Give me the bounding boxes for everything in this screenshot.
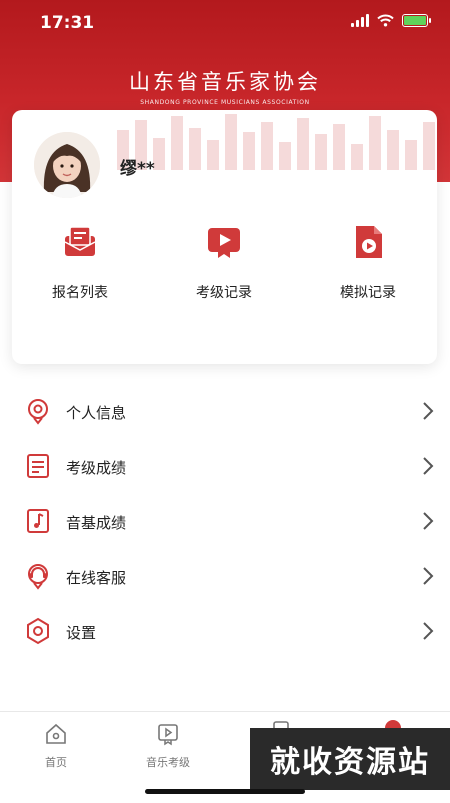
registration-icon [64,226,96,256]
watermark: 就收资源站 [250,728,450,790]
user-name: 缪** [120,159,155,179]
document-play-icon [356,226,382,258]
quick-action-label: 模拟记录 [340,285,396,301]
customer-service-icon [28,564,48,590]
association-logo: 山东省音乐家协会 SHANDONG PROVINCE MUSICIANS ASS… [0,66,450,106]
quick-action-label: 报名列表 [52,285,108,301]
settings-icon [27,617,49,645]
status-bar: 17:31 [0,0,450,48]
person-info-icon [28,399,48,425]
quick-action-exam-record[interactable]: 考级记录 [174,222,274,302]
quick-action-registration-list[interactable]: 报名列表 [30,222,130,302]
chevron-right-icon [423,512,434,530]
music-note-icon [27,509,49,533]
chevron-right-icon [423,457,434,475]
signal-icon [351,14,369,27]
battery-icon [402,14,431,27]
status-time: 17:31 [40,13,95,33]
menu-item-music-theory-scores[interactable]: 音基成绩 [0,494,450,549]
menu-item-label: 个人信息 [66,404,127,422]
exam-play-icon [158,724,178,746]
menu-item-label: 音基成绩 [66,514,127,532]
chevron-right-icon [423,567,434,585]
home-indicator [145,789,305,794]
avatar[interactable] [34,132,100,198]
equalizer-decoration [117,114,435,170]
chevron-right-icon [423,622,434,640]
profile-card: 缪** 报名列表 考级记录 模拟记录 [12,110,437,364]
association-name: 山东省音乐家协会 [129,70,321,94]
menu-item-label: 考级成绩 [66,459,127,477]
menu-list: 个人信息 考级成绩 音基成绩 在线客服 设置 [0,384,450,659]
quick-action-label: 考级记录 [196,285,252,301]
home-icon [46,723,66,744]
menu-item-personal-info[interactable]: 个人信息 [0,384,450,439]
menu-item-exam-scores[interactable]: 考级成绩 [0,439,450,494]
tab-music-exam[interactable]: 音乐考级 [128,722,208,770]
menu-item-online-service[interactable]: 在线客服 [0,549,450,604]
video-record-icon [208,228,240,258]
tab-home[interactable]: 首页 [16,722,96,770]
chevron-right-icon [423,402,434,420]
menu-item-label: 设置 [66,624,97,642]
menu-item-settings[interactable]: 设置 [0,604,450,659]
menu-item-label: 在线客服 [66,569,127,587]
tab-label: 音乐考级 [146,756,190,769]
tab-label: 首页 [45,756,67,769]
association-subtitle: SHANDONG PROVINCE MUSICIANS ASSOCIATION [140,99,310,106]
quick-action-mock-record[interactable]: 模拟记录 [318,222,418,302]
score-sheet-icon [27,454,49,478]
wifi-icon [377,14,394,27]
